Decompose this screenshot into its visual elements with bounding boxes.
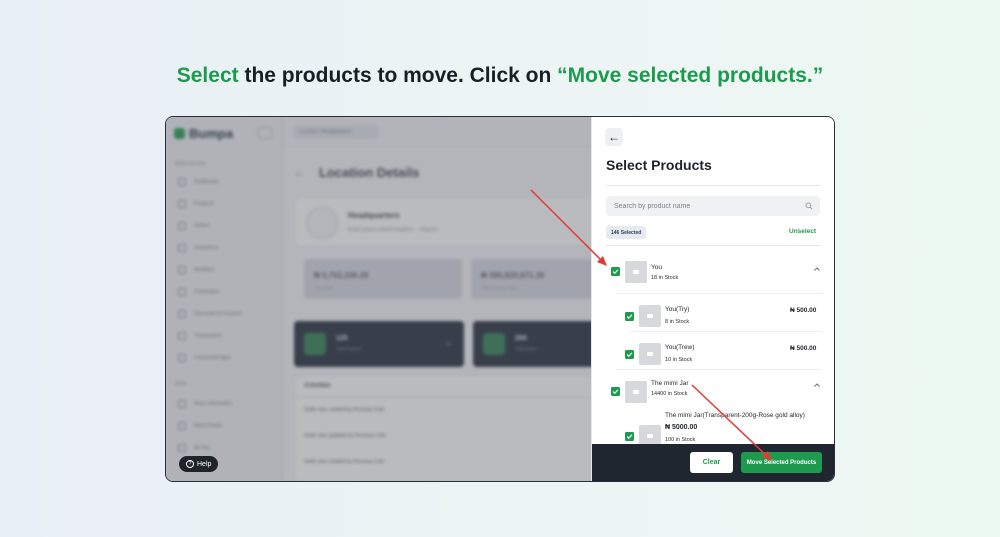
image-placeholder-icon: [647, 352, 653, 356]
check-icon: [626, 352, 633, 358]
select-products-panel: ← Select Products 146 Selected Unselect …: [591, 117, 834, 481]
question-icon: ?: [186, 460, 194, 468]
image-placeholder-icon: [647, 314, 653, 318]
variant-checkbox[interactable]: [625, 350, 634, 359]
product-search-input[interactable]: [606, 196, 820, 216]
selected-count-badge: 146 Selected: [606, 226, 647, 239]
check-icon: [626, 314, 633, 320]
divider: [606, 185, 821, 186]
product-row[interactable]: You 18 in Stock: [592, 250, 834, 288]
variant-row[interactable]: You(Try) 8 in Stock ₦ 500.00: [592, 294, 834, 331]
move-selected-products-button[interactable]: Move Selected Products: [741, 452, 822, 473]
unselect-link[interactable]: Unselect: [789, 228, 816, 235]
check-icon: [612, 269, 619, 275]
product-thumbnail: [625, 381, 647, 403]
panel-footer: Clear Move Selected Products: [592, 444, 834, 481]
instruction-headline: Select the products to move. Click on “M…: [0, 64, 1000, 88]
variant-thumbnail: [639, 343, 661, 365]
product-checkbox[interactable]: [611, 267, 620, 276]
product-name: The mimi Jar: [651, 380, 689, 387]
product-name: You: [651, 264, 662, 271]
arrow-left-icon: ←: [608, 130, 620, 144]
help-button[interactable]: ? Help: [179, 456, 219, 472]
headline-highlight: Select: [176, 64, 239, 87]
variant-price: ₦ 5000.00: [665, 424, 698, 431]
chevron-up-icon[interactable]: [813, 381, 821, 389]
image-placeholder-icon: [633, 270, 639, 274]
variant-checkbox[interactable]: [625, 432, 634, 441]
app-screenshot-frame: Bumpa Quick Access Dashboard Products Or…: [165, 116, 835, 482]
product-row[interactable]: The mimi Jar 14400 in Stock: [592, 370, 834, 408]
back-button[interactable]: ←: [605, 128, 623, 146]
product-thumbnail: [625, 261, 647, 283]
check-icon: [626, 434, 633, 440]
variant-checkbox[interactable]: [625, 312, 634, 321]
variant-stock: 10 in Stock: [665, 357, 693, 363]
variant-name: You(Try): [665, 306, 690, 313]
variant-price: ₦ 500.00: [790, 307, 817, 314]
product-stock: 14400 in Stock: [651, 391, 688, 397]
variant-name: You(Trew): [665, 344, 695, 351]
chevron-up-icon[interactable]: [813, 265, 821, 273]
variant-price: ₦ 500.00: [790, 345, 817, 352]
variant-thumbnail: [639, 425, 661, 444]
product-checkbox[interactable]: [611, 387, 620, 396]
image-placeholder-icon: [647, 434, 653, 438]
variant-stock: 8 in Stock: [665, 319, 690, 325]
headline-middle: the products to move. Click on: [238, 64, 558, 87]
product-list: You 18 in Stock You(Try) 8 in Stock ₦ 50…: [592, 250, 834, 444]
variant-row[interactable]: You(Trew) 10 in Stock ₦ 500.00: [592, 332, 834, 369]
variant-thumbnail: [639, 305, 661, 327]
divider: [606, 245, 821, 246]
clear-button[interactable]: Clear: [690, 452, 733, 473]
variant-stock: 100 in Stock: [665, 437, 696, 443]
panel-title: Select Products: [606, 157, 712, 173]
image-placeholder-icon: [633, 390, 639, 394]
variant-row[interactable]: The mimi Jar(Transparent-200g-Rose gold …: [592, 408, 834, 444]
check-icon: [612, 389, 619, 395]
headline-quoted: “Move selected products.”: [557, 64, 824, 87]
variant-name: The mimi Jar(Transparent-200g-Rose gold …: [665, 412, 805, 419]
help-label: Help: [197, 460, 212, 468]
search-icon[interactable]: [805, 202, 813, 210]
product-stock: 18 in Stock: [651, 275, 679, 281]
